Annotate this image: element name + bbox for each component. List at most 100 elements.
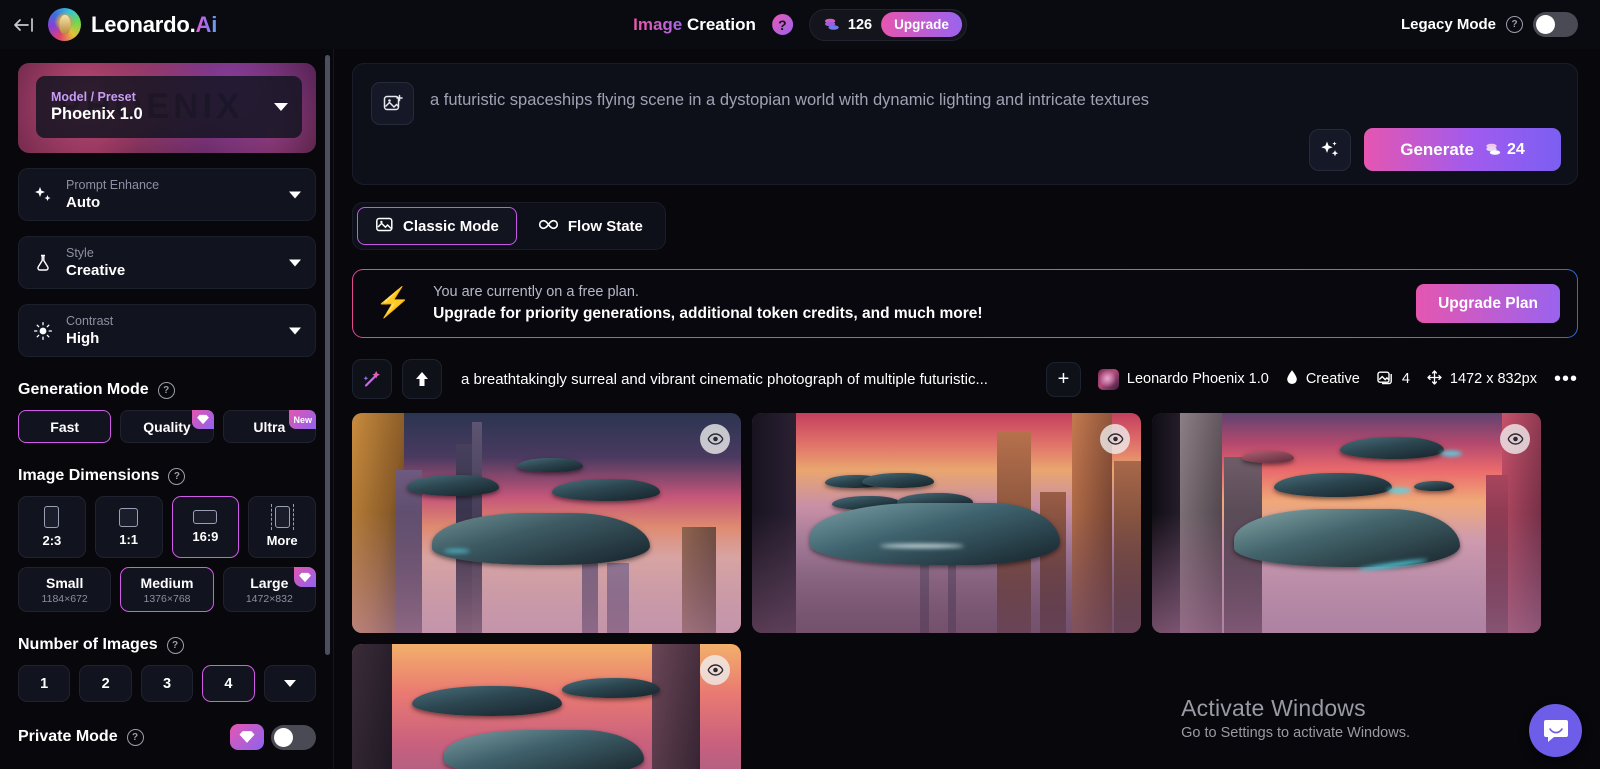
- flask-icon: [33, 253, 53, 273]
- sparkles-icon: [33, 185, 53, 205]
- magic-wand-icon[interactable]: [352, 359, 392, 399]
- legacy-mode-toggle[interactable]: [1533, 12, 1578, 37]
- top-header: Leonardo.Ai Image Creation ? 126 Upgrade…: [0, 0, 1600, 49]
- toggle-knob: [1536, 15, 1555, 34]
- preview-eye-button-4[interactable]: [700, 655, 730, 685]
- credits-pill[interactable]: 126 Upgrade: [808, 8, 967, 41]
- upgrade-button[interactable]: Upgrade: [881, 12, 962, 37]
- plus-icon[interactable]: +: [1045, 361, 1081, 397]
- size-options: Small 1184×672 Medium 1376×768 Large 147…: [18, 567, 316, 612]
- aspect-ratio-16-9[interactable]: 16:9: [171, 496, 240, 558]
- generation-mode-header: Generation Mode ?: [18, 381, 316, 399]
- generation-mode-ultra-label: Ultra: [253, 418, 286, 435]
- toggle-knob: [274, 727, 293, 747]
- num-images-3[interactable]: 3: [140, 665, 194, 702]
- legacy-help-icon[interactable]: ?: [1506, 16, 1523, 33]
- banner-text: You are currently on a free plan. Upgrad…: [433, 284, 982, 323]
- style-select[interactable]: Style Creative: [18, 236, 316, 289]
- upgrade-plan-button[interactable]: Upgrade Plan: [1416, 284, 1560, 323]
- results-grid: [352, 413, 1578, 769]
- main-panel: a futuristic spaceships flying scene in …: [334, 49, 1600, 769]
- image-dimensions-help-icon[interactable]: ?: [168, 467, 186, 485]
- model-preset-select[interactable]: Model / Preset Phoenix 1.0: [36, 76, 302, 138]
- contrast-sun-icon: [33, 321, 53, 341]
- result-image-1[interactable]: [352, 413, 741, 633]
- size-large[interactable]: Large 1472×832: [222, 567, 316, 612]
- preview-eye-button-2[interactable]: [1100, 424, 1130, 454]
- prompt-actions: Generate 24: [1309, 128, 1561, 171]
- meta-dimensions: 1472 x 832px: [1427, 369, 1537, 389]
- aspect-ratio-more[interactable]: More: [248, 496, 316, 558]
- result-image-3[interactable]: [1152, 413, 1541, 633]
- private-mode-toggle[interactable]: [271, 724, 316, 750]
- help-icon[interactable]: ?: [768, 11, 796, 38]
- num-images-1[interactable]: 1: [18, 665, 71, 702]
- preview-eye-button-1[interactable]: [700, 424, 730, 454]
- meta-style-label: Creative: [1305, 371, 1360, 387]
- aspect-ratio-options: 2:3 1:1 16:9 More: [18, 496, 316, 558]
- number-of-images-header: Number of Images ?: [18, 636, 316, 654]
- size-medium-px: 1376×768: [143, 592, 191, 605]
- size-large-label: Large: [250, 574, 289, 591]
- arrow-up-icon[interactable]: [402, 359, 442, 399]
- prompt-magic-icon[interactable]: [1309, 128, 1351, 171]
- prompt-enhance-text: Prompt Enhance Auto: [66, 178, 159, 212]
- size-small[interactable]: Small 1184×672: [18, 567, 112, 612]
- tab-classic-mode[interactable]: Classic Mode: [357, 207, 517, 245]
- settings-sidebar: PHOENIX Model / Preset Phoenix 1.0 Promp…: [0, 49, 334, 769]
- leonardo-logo: [48, 8, 81, 41]
- private-mode-row: Private Mode ?: [18, 724, 316, 768]
- contrast-label: Contrast: [66, 313, 114, 328]
- generation-mode-fast[interactable]: Fast: [18, 410, 112, 443]
- collapse-sidebar-icon[interactable]: [12, 14, 38, 36]
- credits-count: 126: [847, 16, 873, 33]
- aspect-ratio-1-1[interactable]: 1:1: [94, 496, 163, 558]
- contrast-select[interactable]: Contrast High: [18, 304, 316, 357]
- generation-mode-options: Fast Quality Ultra New: [18, 410, 316, 443]
- model-preset-label: Model / Preset: [51, 90, 136, 104]
- eye-icon: [707, 433, 723, 445]
- size-medium-label: Medium: [140, 574, 194, 591]
- page-title-part1: Image: [633, 14, 687, 34]
- num-images-2[interactable]: 2: [79, 665, 132, 702]
- prompt-box[interactable]: a futuristic spaceships flying scene in …: [352, 63, 1578, 185]
- generate-label: Generate: [1400, 139, 1474, 159]
- chevron-down-icon: [289, 191, 301, 198]
- page-title: Image Creation: [633, 15, 756, 35]
- chat-bubble-icon[interactable]: [1529, 704, 1582, 757]
- prompt-enhance-value: Auto: [66, 194, 101, 212]
- contrast-text: Contrast High: [66, 314, 113, 348]
- style-label: Style: [66, 245, 94, 260]
- aspect-ratio-more-label: More: [266, 533, 298, 548]
- page-title-part2: Creation: [686, 14, 756, 34]
- preview-eye-button-3[interactable]: [1500, 424, 1530, 454]
- style-value: Creative: [66, 262, 126, 280]
- prompt-enhance-select[interactable]: Prompt Enhance Auto: [18, 168, 316, 221]
- size-small-px: 1184×672: [41, 592, 88, 605]
- ellipsis-icon[interactable]: •••: [1554, 369, 1578, 389]
- generation-mode-help-icon[interactable]: ?: [157, 381, 175, 399]
- number-of-images-help-icon[interactable]: ?: [166, 636, 184, 654]
- image-add-icon[interactable]: [371, 82, 414, 125]
- generation-meta-row: a breathtakingly surreal and vibrant cin…: [352, 359, 1578, 399]
- generation-mode-quality[interactable]: Quality: [120, 410, 214, 443]
- meta-count-label: 4: [1401, 371, 1410, 387]
- tab-flow-state[interactable]: Flow State: [520, 207, 661, 245]
- meta-model: Leonardo Phoenix 1.0: [1097, 368, 1269, 390]
- tab-flow-state-label: Flow State: [567, 217, 643, 235]
- generation-mode-fast-label: Fast: [50, 418, 80, 435]
- generation-mode-ultra[interactable]: Ultra New: [222, 410, 316, 443]
- body: PHOENIX Model / Preset Phoenix 1.0 Promp…: [0, 49, 1600, 769]
- num-images-more[interactable]: [263, 665, 317, 702]
- generate-button[interactable]: Generate 24: [1364, 128, 1561, 171]
- num-images-4[interactable]: 4: [202, 665, 255, 702]
- result-image-4[interactable]: [352, 644, 741, 769]
- legacy-mode-label: Legacy Mode: [1400, 16, 1496, 33]
- private-mode-help-icon[interactable]: ?: [126, 728, 144, 746]
- result-image-2[interactable]: [752, 413, 1141, 633]
- aspect-ratio-2-3[interactable]: 2:3: [18, 496, 86, 558]
- sidebar-scrollbar[interactable]: [325, 55, 330, 655]
- eye-icon: [707, 664, 723, 676]
- size-medium[interactable]: Medium 1376×768: [120, 567, 214, 612]
- sidebar-content: PHOENIX Model / Preset Phoenix 1.0 Promp…: [0, 63, 334, 768]
